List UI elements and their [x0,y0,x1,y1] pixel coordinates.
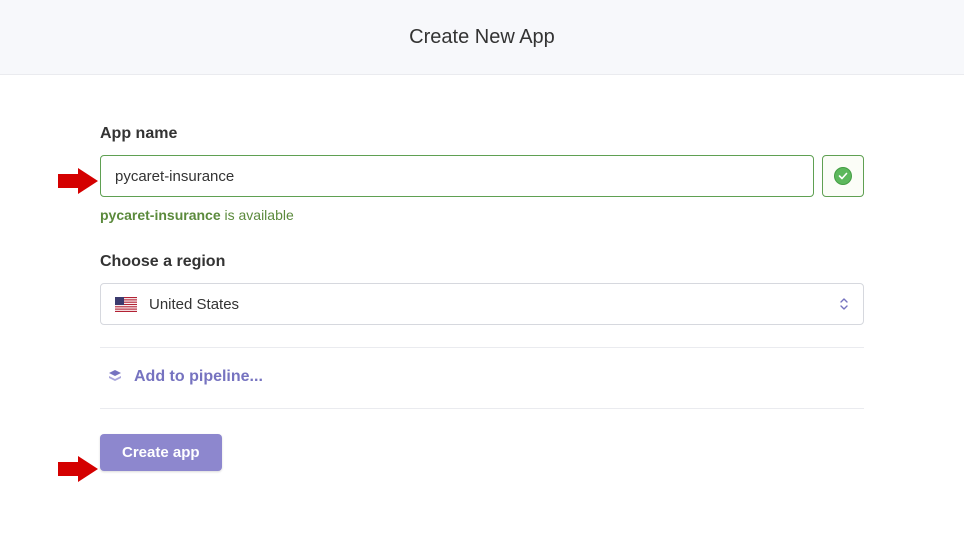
us-flag-icon [115,297,137,312]
region-selected-value: United States [149,296,839,313]
availability-status: is available [221,207,294,223]
app-name-label: App name [100,125,864,143]
divider-2 [100,408,864,409]
app-name-input-row [100,155,864,197]
select-arrows-icon [839,297,849,311]
annotation-arrow-1 [58,168,98,194]
app-name-field-wrapper [100,155,864,197]
pipeline-label: Add to pipeline... [134,368,263,386]
availability-message: pycaret-insurance is available [100,207,864,223]
availability-check-badge [822,155,864,197]
page-title: Create New App [409,26,555,49]
region-label: Choose a region [100,253,864,271]
create-app-button[interactable]: Create app [100,434,222,471]
app-name-input[interactable] [100,155,814,197]
page-header: Create New App [0,0,964,75]
add-to-pipeline-button[interactable]: Add to pipeline... [100,348,864,408]
region-select[interactable]: United States [100,283,864,325]
form-container: App name pycaret-insurance is available … [0,75,964,471]
checkmark-icon [834,167,852,185]
annotation-arrow-2 [58,456,98,482]
availability-name: pycaret-insurance [100,207,221,223]
pipeline-icon [106,368,124,386]
